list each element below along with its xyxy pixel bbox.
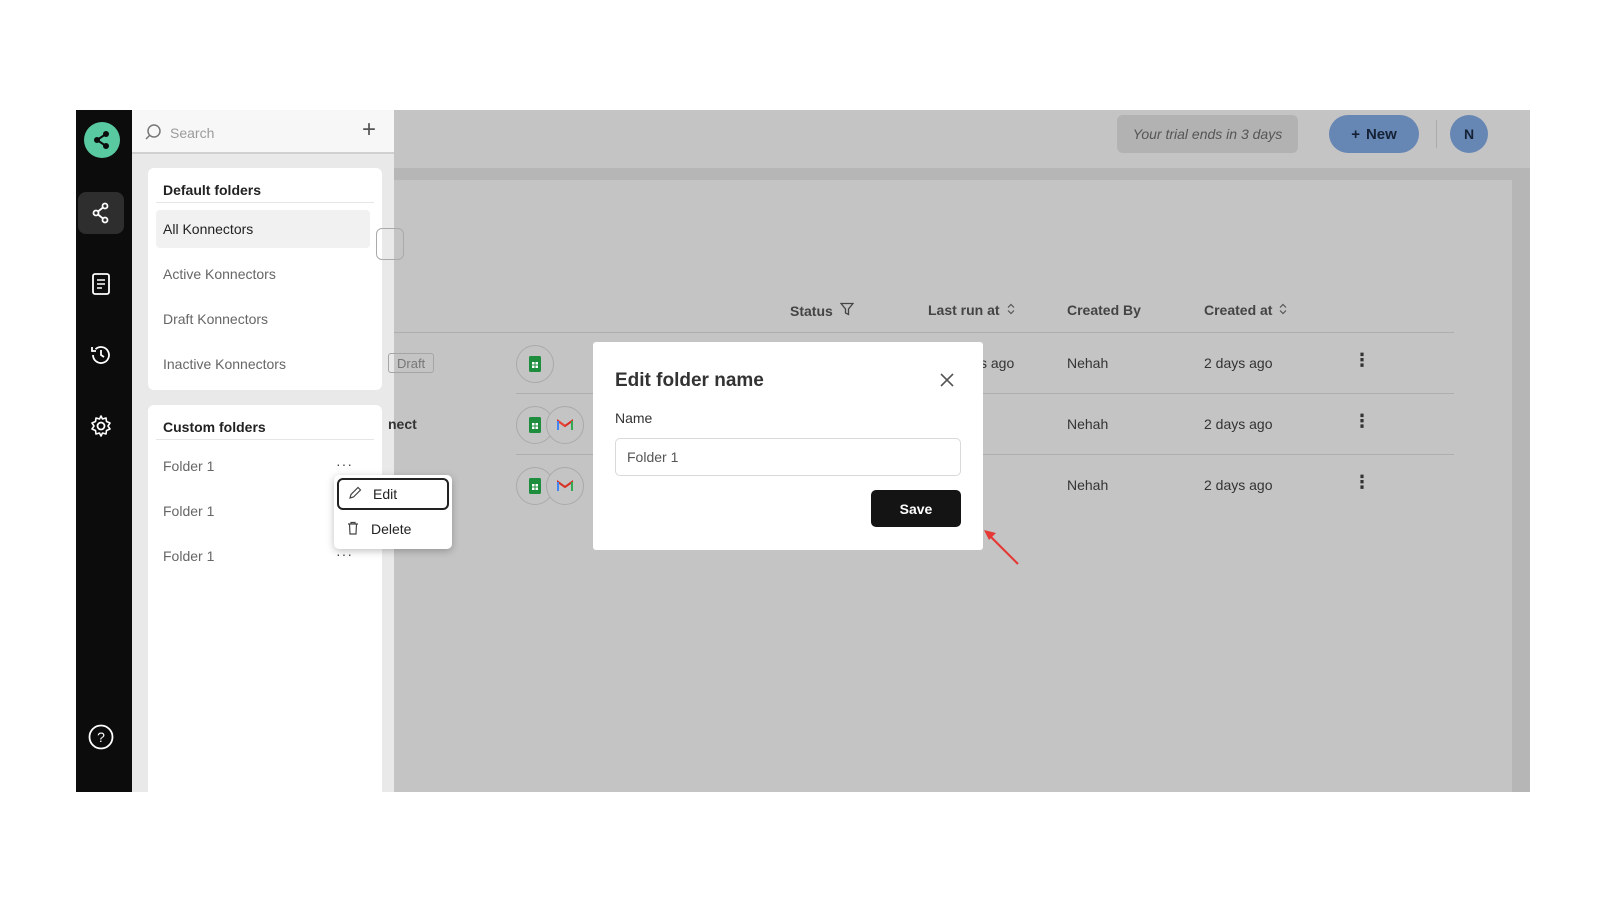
new-button-label: New (1365, 125, 1397, 143)
avatar[interactable]: N (1450, 115, 1488, 153)
status-badge: Draft (388, 353, 434, 373)
modal-title: Edit folder name (615, 370, 764, 391)
close-icon[interactable] (937, 370, 957, 390)
konnector-name-cell[interactable]: nect (388, 416, 417, 432)
filter-icon[interactable] (839, 302, 855, 319)
created-at-cell: 2 days ago (1204, 416, 1273, 432)
edit-label: Edit (373, 486, 398, 502)
row-menu-icon[interactable]: ⋮ (1353, 472, 1371, 493)
created-at-cell: 2 days ago (1204, 477, 1273, 493)
row-menu-icon[interactable]: ⋮ (1353, 411, 1371, 432)
document-nav-icon[interactable] (78, 263, 124, 305)
folder-item-inactive[interactable]: Inactive Konnectors (156, 345, 370, 383)
icon-rail: ? (76, 110, 132, 792)
trial-banner: Your trial ends in 3 days (1117, 115, 1298, 153)
row-menu-icon[interactable]: ⋮ (1353, 350, 1371, 371)
divider (156, 439, 374, 440)
folder-search: Search + (132, 110, 394, 154)
last-run-column-header[interactable]: Last run at (928, 302, 1015, 318)
header-divider (394, 332, 1454, 333)
topbar-divider (394, 168, 1530, 180)
default-folders-card: Default folders All Konnectors Active Ko… (148, 168, 382, 390)
folder-item-draft[interactable]: Draft Konnectors (156, 300, 370, 338)
edit-folder-modal: Edit folder name Name Save (593, 342, 983, 550)
trash-icon (345, 520, 361, 539)
more-options-icon[interactable]: ··· (336, 456, 353, 472)
sort-icon[interactable] (1007, 302, 1015, 318)
created-by-column-header: Created By (1067, 302, 1141, 318)
created-at-cell: 2 days ago (1204, 355, 1273, 371)
folder-name-input[interactable] (615, 438, 961, 476)
logo-icon[interactable] (84, 122, 120, 158)
google-sheets-icon (516, 345, 554, 383)
search-icon (144, 123, 162, 146)
delete-label: Delete (371, 521, 412, 537)
svg-text:?: ? (97, 729, 105, 745)
gmail-icon (546, 467, 584, 505)
plus-icon: + (1351, 125, 1360, 143)
last-run-cell: s ago (980, 355, 1015, 371)
history-nav-icon[interactable] (78, 334, 124, 376)
search-input[interactable]: Search (170, 125, 214, 141)
name-field-label: Name (615, 410, 653, 426)
divider (1436, 120, 1437, 148)
new-button[interactable]: + New (1329, 115, 1419, 153)
custom-folders-title: Custom folders (163, 419, 266, 435)
custom-folders-card: Custom folders Folder 1 ··· Folder 1 Fol… (148, 405, 382, 792)
sort-icon[interactable] (1279, 302, 1287, 318)
add-folder-button[interactable]: + (362, 116, 376, 144)
created-by-cell: Nehah (1067, 355, 1109, 371)
divider (156, 202, 374, 203)
created-at-column-header[interactable]: Created at (1204, 302, 1287, 318)
filter-input[interactable] (376, 228, 404, 260)
save-button[interactable]: Save (871, 490, 961, 527)
folder-item-active[interactable]: Active Konnectors (156, 255, 370, 293)
folder-item-all[interactable]: All Konnectors (156, 210, 370, 248)
settings-nav-icon[interactable] (78, 405, 124, 447)
annotation-arrow-icon (984, 530, 1019, 565)
folder-context-menu: Edit Delete (334, 475, 452, 549)
app-window: ? Search + Default folders All Konnector… (76, 110, 1530, 792)
created-by-cell: Nehah (1067, 477, 1109, 493)
default-folders-title: Default folders (163, 182, 262, 198)
help-icon[interactable]: ? (78, 716, 124, 758)
edit-menu-item[interactable]: Edit (337, 478, 449, 510)
delete-menu-item[interactable]: Delete (337, 513, 449, 545)
folder-panel: Search + Default folders All Konnectors … (132, 110, 394, 792)
konnectors-nav-icon[interactable] (78, 192, 124, 234)
pencil-icon (347, 485, 363, 504)
scroll-gutter (1512, 180, 1530, 792)
gmail-icon (546, 406, 584, 444)
created-by-cell: Nehah (1067, 416, 1109, 432)
status-column-header[interactable]: Status (790, 302, 855, 319)
